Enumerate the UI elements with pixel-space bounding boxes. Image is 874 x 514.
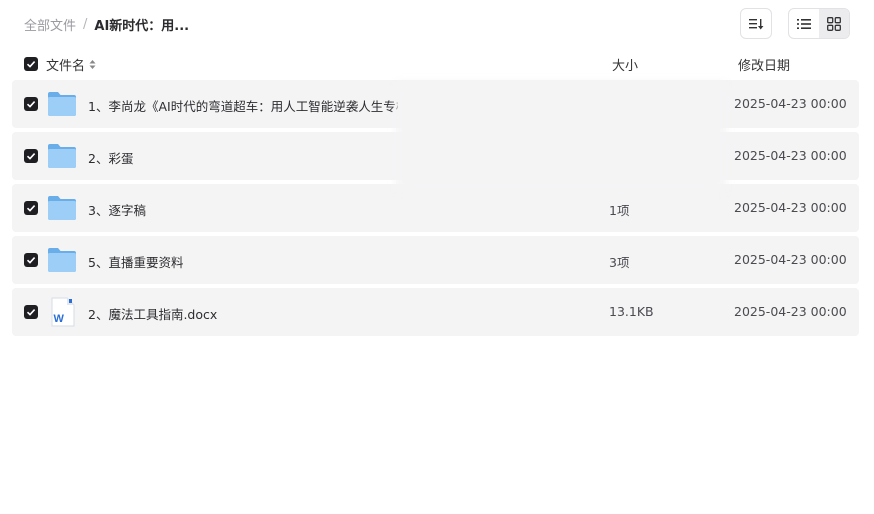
- breadcrumb-root[interactable]: 全部文件: [24, 15, 76, 34]
- folder-icon: [48, 248, 76, 272]
- table-header: 文件名 大小 修改日期: [12, 50, 859, 78]
- breadcrumb-current: AI新时代：用...: [94, 18, 190, 34]
- column-date-header[interactable]: 修改日期: [738, 55, 790, 74]
- folder-icon: [48, 196, 76, 220]
- check-icon: [26, 101, 36, 108]
- sort-list-icon: [749, 18, 764, 29]
- sort-button[interactable]: [740, 8, 772, 39]
- word-doc-icon: W: [51, 297, 75, 327]
- svg-text:W: W: [54, 313, 65, 325]
- breadcrumb-separator: /: [83, 16, 88, 32]
- file-name[interactable]: 3、逐字稿: [88, 200, 146, 219]
- check-icon: [26, 205, 36, 212]
- file-date: 2025-04-23 00:00: [734, 304, 847, 319]
- row-checkbox[interactable]: [24, 201, 38, 215]
- file-name[interactable]: 2、彩蛋: [88, 148, 133, 167]
- check-icon: [26, 153, 36, 160]
- file-size: 13.1KB: [609, 304, 654, 319]
- table-row[interactable]: 5、直播重要资料 3项 2025-04-23 00:00: [12, 236, 859, 284]
- list-view-button[interactable]: [789, 9, 819, 38]
- breadcrumb: 全部文件 / AI新时代：用...: [24, 14, 189, 34]
- folder-icon: [48, 144, 76, 168]
- list-view-icon: [797, 18, 811, 29]
- file-date: 2025-04-23 00:00: [734, 252, 847, 267]
- file-name[interactable]: 5、直播重要资料: [88, 252, 183, 271]
- toolbar: 全部文件 / AI新时代：用...: [0, 0, 874, 50]
- tooltip-overlay: [396, 82, 726, 192]
- file-name[interactable]: 1、李尚龙《AI时代的弯道超车：用人工智能逆袭人生专栏: [88, 96, 398, 115]
- check-icon: [26, 309, 36, 316]
- check-icon: [26, 61, 36, 68]
- folder-icon: [48, 92, 76, 116]
- select-all-checkbox[interactable]: [24, 57, 38, 71]
- file-date: 2025-04-23 00:00: [734, 148, 847, 163]
- file-date: 2025-04-23 00:00: [734, 96, 847, 111]
- file-date: 2025-04-23 00:00: [734, 200, 847, 215]
- grid-view-icon: [827, 16, 841, 31]
- column-size-header[interactable]: 大小: [612, 55, 638, 74]
- file-name[interactable]: 2、魔法工具指南.docx: [88, 304, 217, 323]
- row-checkbox[interactable]: [24, 253, 38, 267]
- view-toggle: [788, 8, 850, 39]
- grid-view-button[interactable]: [819, 9, 849, 38]
- column-name-header[interactable]: 文件名: [46, 55, 96, 74]
- sort-arrows-icon: [89, 59, 96, 70]
- file-size: 3项: [609, 255, 630, 270]
- row-checkbox[interactable]: [24, 97, 38, 111]
- column-name-label: 文件名: [46, 59, 86, 74]
- table-row[interactable]: W 2、魔法工具指南.docx 13.1KB 2025-04-23 00:00: [12, 288, 859, 336]
- file-size: 1项: [609, 203, 630, 218]
- row-checkbox[interactable]: [24, 305, 38, 319]
- row-checkbox[interactable]: [24, 149, 38, 163]
- check-icon: [26, 257, 36, 264]
